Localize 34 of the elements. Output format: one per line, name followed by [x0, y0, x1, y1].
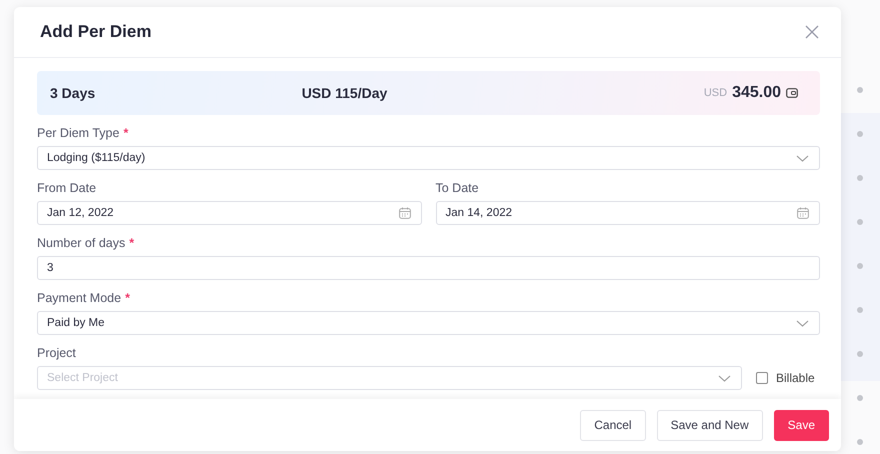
field-label: Number of days: [37, 236, 126, 250]
daily-rate: USD 115/Day: [302, 85, 388, 101]
field-label: Per Diem Type: [37, 126, 120, 140]
required-mark: *: [125, 291, 130, 305]
dot-icon: [857, 395, 863, 401]
field-label: Payment Mode: [37, 291, 122, 305]
secondary-button[interactable]: Save and New: [656, 410, 763, 440]
select-field[interactable]: Lodging ($115/day): [37, 146, 820, 170]
date-field[interactable]: Jan 12, 2022: [37, 201, 422, 225]
close-icon[interactable]: [805, 25, 819, 39]
dot-icon: [857, 87, 863, 93]
required-mark: *: [123, 126, 128, 140]
field-label: To Date: [436, 181, 480, 195]
input-field[interactable]: 3: [37, 256, 820, 280]
calendar-icon: [398, 207, 410, 219]
select-field[interactable]: Paid by Me: [37, 311, 820, 335]
billable-label: Billable: [776, 371, 815, 385]
dot-icon: [857, 439, 863, 445]
total-amount: 345.00: [732, 84, 781, 102]
chevron-down-icon: [718, 374, 731, 382]
chevron-down-icon: [796, 320, 809, 326]
save-button[interactable]: Save: [774, 410, 829, 440]
field-label: Project: [37, 346, 76, 360]
dialog-title: Add Per Diem: [40, 22, 152, 42]
currency-label: USD: [704, 87, 728, 99]
wallet-icon: [786, 88, 798, 98]
required-mark: *: [129, 236, 134, 250]
field-label: From Date: [37, 181, 98, 195]
date-field[interactable]: Jan 14, 2022: [436, 201, 820, 225]
chevron-down-icon: [796, 154, 809, 162]
days-count: 3 Days: [50, 85, 96, 101]
billable-checkbox[interactable]: [756, 372, 768, 384]
secondary-button[interactable]: Cancel: [580, 410, 646, 440]
calendar-icon: [797, 207, 809, 219]
